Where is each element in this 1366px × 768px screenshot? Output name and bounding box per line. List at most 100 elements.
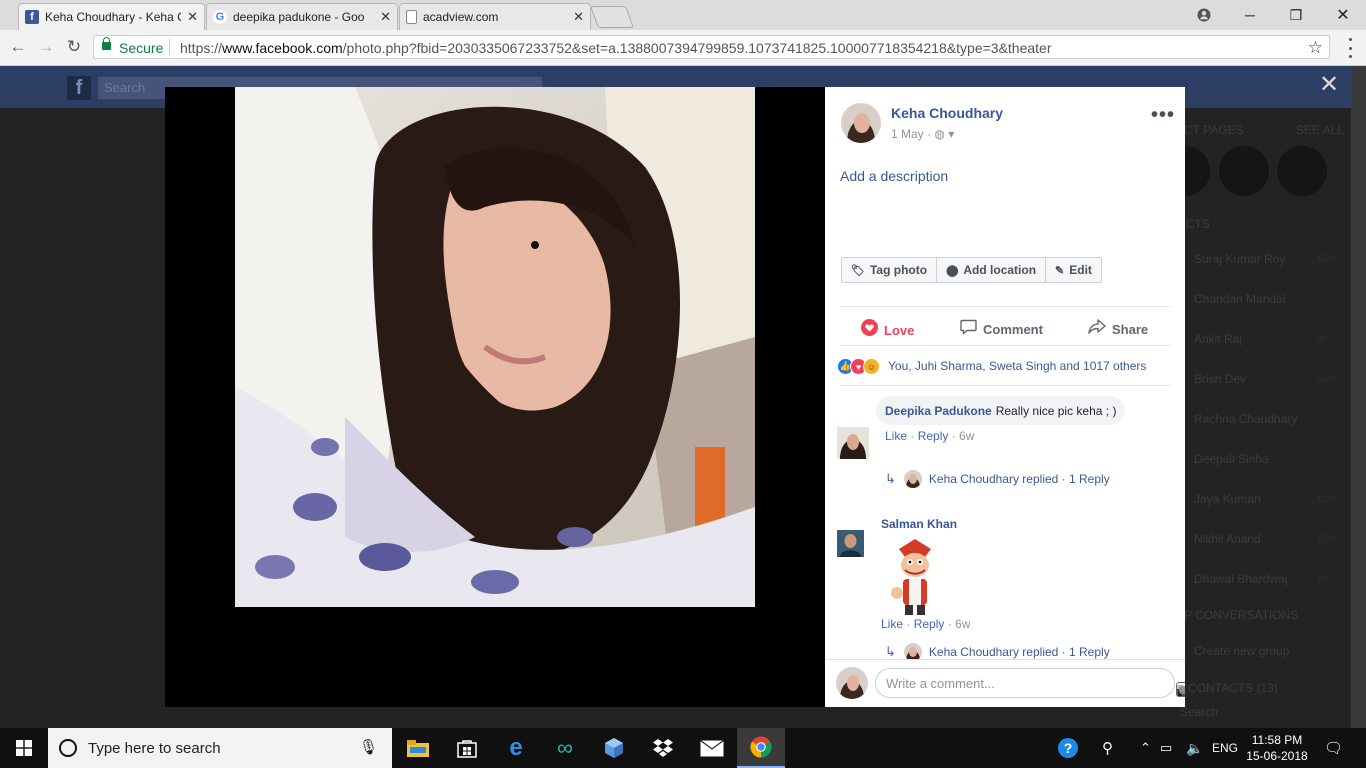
reaction-icons[interactable]: 👍 ♥ ☺ <box>837 358 880 375</box>
facebook-logo[interactable]: f <box>67 76 91 100</box>
edit-button[interactable]: ✎ Edit <box>1046 258 1101 282</box>
arduino-icon[interactable]: ∞ <box>541 728 589 768</box>
tab-facebook[interactable]: f Keha Choudhary - Keha C ✕ <box>18 3 205 30</box>
commenter-name[interactable]: Deepika Padukone <box>885 404 992 418</box>
language-indicator[interactable]: ENG <box>1212 728 1238 768</box>
create-group-link[interactable]: Create new group <box>1194 644 1289 658</box>
windows-start-icon[interactable] <box>0 728 48 768</box>
taskbar-search-placeholder: Type here to search <box>88 740 221 757</box>
forward-button[interactable]: → <box>36 36 56 58</box>
contact-name[interactable]: Chandan Mandal <box>1194 292 1285 306</box>
show-hidden-icons[interactable]: ⌃ <box>1140 728 1151 768</box>
contact-name[interactable]: Rachna Chaudhary <box>1194 412 1297 426</box>
comment-bubble: Deepika Padukone Really nice pic keha ; … <box>876 396 1126 425</box>
file-explorer-icon[interactable] <box>394 728 442 768</box>
maximize-button[interactable]: ❐ <box>1273 0 1319 30</box>
close-tab-icon[interactable]: ✕ <box>187 9 198 25</box>
share-button[interactable]: Share <box>1088 319 1148 339</box>
post-date[interactable]: 1 May · ◍ ▾ <box>891 127 954 141</box>
page-thumbnail[interactable] <box>1219 146 1269 196</box>
dropbox-icon[interactable] <box>639 728 687 768</box>
comment-like-link[interactable]: Like <box>881 617 903 631</box>
contact-name[interactable]: Suraj Kumar Roy <box>1194 252 1285 266</box>
author-avatar[interactable] <box>841 103 881 143</box>
add-location-button[interactable]: ⬤ Add location <box>937 258 1047 282</box>
close-tab-icon[interactable]: ✕ <box>380 9 391 25</box>
contact-name[interactable]: Dhawal Bhardwaj <box>1194 572 1287 586</box>
tab-acadview[interactable]: acadview.com ✕ <box>399 3 591 30</box>
reactions-summary[interactable]: You, Juhi Sharma, Sweta Singh and 1017 o… <box>888 359 1146 373</box>
divider <box>840 345 1170 346</box>
page-thumbnail[interactable] <box>1277 146 1327 196</box>
more-options-icon[interactable]: ••• <box>1151 104 1175 127</box>
clock-time: 11:58 PM <box>1251 733 1303 747</box>
url-host: www.facebook.com <box>222 40 343 56</box>
cube-app-icon[interactable] <box>590 728 638 768</box>
replies-link[interactable]: ↳ Keha Choudhary replied · 1 Reply <box>885 470 1110 488</box>
bookmark-star-icon[interactable]: ☆ <box>1308 38 1323 58</box>
author-name[interactable]: Keha Choudhary <box>891 105 1003 121</box>
tag-photo-button[interactable]: 🏷 Tag photo <box>842 258 938 282</box>
scrollbar[interactable] <box>1351 66 1366 728</box>
notifications-icon[interactable]: 🗨 <box>1324 728 1343 768</box>
pages-header: CT PAGES <box>1184 123 1244 137</box>
reload-button[interactable]: ↻ <box>64 36 84 58</box>
search-placeholder: Search <box>104 80 146 95</box>
browser-menu-icon[interactable] <box>1343 38 1357 58</box>
photo-actions-group: 🏷 Tag photo ⬤ Add location ✎ Edit <box>841 257 1102 283</box>
help-icon[interactable]: ? <box>1057 728 1079 768</box>
contact-name[interactable]: Ankit Raj <box>1194 332 1242 346</box>
close-viewer-button[interactable]: ✕ <box>1318 73 1340 97</box>
comment-input[interactable]: Write a comment... ☺ 📷 GIF ☻ <box>875 668 1185 698</box>
volume-icon[interactable]: 🔈 <box>1186 728 1203 768</box>
haha-reaction-icon: ☺ <box>863 358 880 375</box>
minimize-button[interactable]: ─ <box>1227 0 1273 30</box>
account-icon[interactable] <box>1181 0 1227 30</box>
privacy-dropdown-icon[interactable]: ▾ <box>948 127 954 141</box>
back-button[interactable]: ← <box>8 36 28 58</box>
clock-date: 15-06-2018 <box>1246 749 1308 763</box>
contact-name[interactable]: Jaya Kumari <box>1194 492 1261 506</box>
chrome-icon[interactable] <box>737 728 785 768</box>
comment-like-link[interactable]: Like <box>885 429 907 443</box>
sticker-icon[interactable]: ☻ <box>1176 682 1185 697</box>
microphone-icon[interactable]: 🎙 <box>359 738 378 756</box>
address-bar[interactable]: Secure https://www.facebook.com/photo.ph… <box>93 35 1330 59</box>
people-icon[interactable]: ⚲ <box>1102 728 1113 768</box>
comment-reply-link[interactable]: Reply <box>918 429 949 443</box>
comment-age: 6w <box>955 617 971 631</box>
contact-name[interactable]: Nikhil Anand <box>1194 532 1261 546</box>
post-photo[interactable] <box>235 87 755 607</box>
close-window-button[interactable]: ✕ <box>1320 0 1366 30</box>
network-icon[interactable]: ▭ <box>1160 728 1172 768</box>
reply-arrow-icon: ↳ <box>885 471 896 486</box>
browser-tab-strip: f Keha Choudhary - Keha C ✕ G deepika pa… <box>0 0 1366 30</box>
contact-active-time: 42m <box>1316 494 1336 505</box>
commenter-avatar[interactable] <box>837 427 869 459</box>
commenter-avatar[interactable] <box>837 530 864 557</box>
see-all-link[interactable]: SEE ALL <box>1296 123 1344 137</box>
commenter-name[interactable]: Salman Khan <box>881 517 957 531</box>
share-label: Share <box>1112 321 1149 337</box>
url-text[interactable]: https://www.facebook.com/photo.php?fbid=… <box>180 40 1052 56</box>
contact-name[interactable]: Deepali Sinha <box>1194 452 1269 466</box>
mail-icon[interactable] <box>688 728 736 768</box>
store-icon[interactable] <box>443 728 491 768</box>
new-tab-button[interactable] <box>589 6 635 28</box>
contact-name[interactable]: Brish Dev <box>1194 372 1246 386</box>
lock-icon <box>102 37 111 50</box>
taskbar-clock[interactable]: 11:58 PM 15-06-2018 <box>1238 732 1316 764</box>
heart-icon <box>861 319 878 341</box>
add-description-link[interactable]: Add a description <box>840 168 948 184</box>
chat-search-input[interactable]: Search <box>1180 705 1218 719</box>
close-tab-icon[interactable]: ✕ <box>573 9 584 25</box>
divider <box>840 385 1170 386</box>
edge-icon[interactable]: e <box>492 728 540 768</box>
google-icon: G <box>213 10 227 24</box>
comment-reply-link[interactable]: Reply <box>914 617 945 631</box>
tab-google[interactable]: G deepika padukone - Goo ✕ <box>206 3 398 30</box>
contact-active-time: 53m <box>1316 374 1336 385</box>
love-button[interactable]: Love <box>861 319 914 341</box>
comment-button[interactable]: Comment <box>960 319 1043 340</box>
taskbar-search-input[interactable]: Type here to search 🎙 <box>48 728 392 768</box>
